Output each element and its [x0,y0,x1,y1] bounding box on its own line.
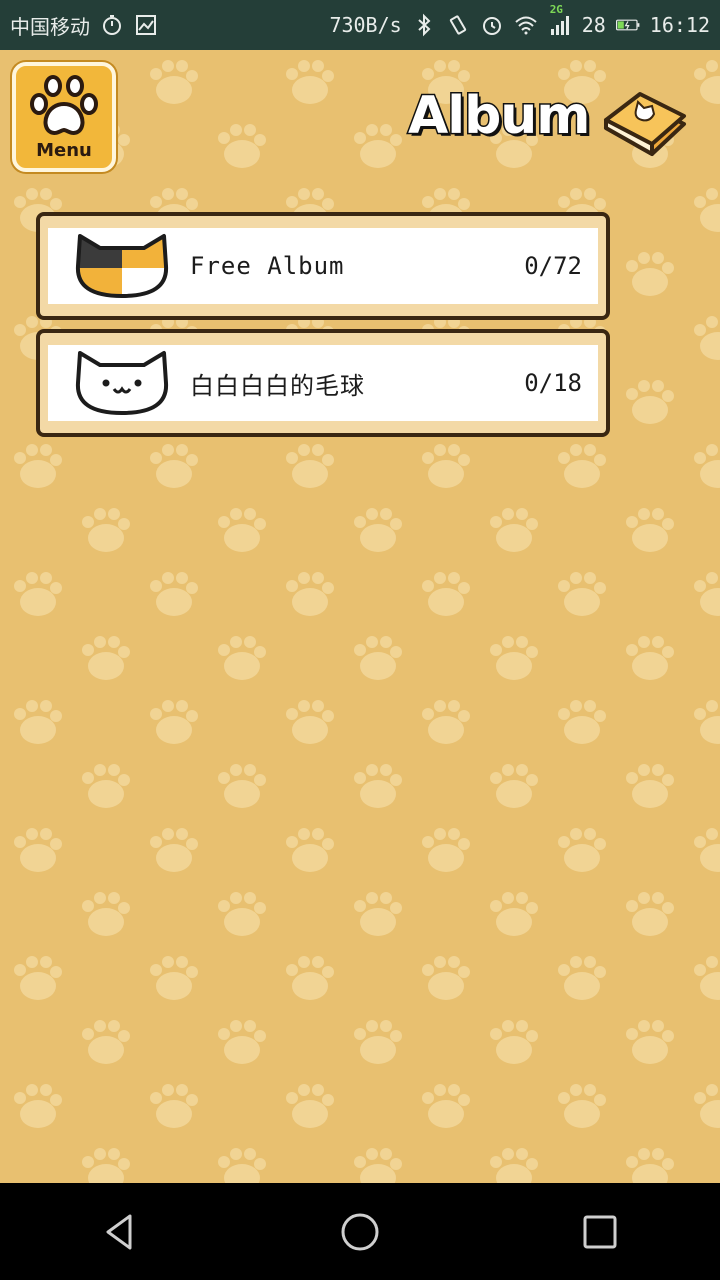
clock: 16:12 [649,13,710,37]
navigation-bar [0,1183,720,1280]
album-screen: Menu Album Free Album 0/72 白白白白的毛球 0/18 [0,50,720,1183]
album-item-free[interactable]: Free Album 0/72 [36,212,610,320]
recent-apps-button[interactable] [560,1192,640,1272]
calico-cat-icon [75,234,169,298]
timer-icon [100,13,124,37]
battery-icon [615,13,640,37]
album-list: Free Album 0/72 白白白白的毛球 0/18 [36,212,610,446]
back-triangle-icon [106,1214,132,1249]
signal-icon [548,13,572,37]
album-item-content: 白白白白的毛球 0/18 [48,345,598,421]
paw-icon [30,75,98,135]
home-button[interactable] [320,1192,400,1272]
recent-square-icon [583,1215,617,1248]
back-button[interactable] [80,1192,160,1272]
bluetooth-icon [412,13,436,37]
network-type: 2G [549,3,563,16]
menu-label: Menu [36,140,92,161]
menu-button[interactable]: Menu [12,62,116,172]
vibrate-icon [446,13,470,37]
gallery-icon [134,13,158,37]
white-cat-icon [75,351,169,415]
cellular-signal: 2G [548,3,572,37]
album-count: 0/72 [524,252,582,280]
album-item-custom[interactable]: 白白白白的毛球 0/18 [36,329,610,437]
alarm-icon [480,13,504,37]
battery-percent: 28 [581,13,606,37]
album-name: Free Album [190,252,345,280]
status-bar: 中国移动 730B/s 2G 28 16:12 [0,0,720,50]
album-book-icon [604,92,686,156]
net-speed: 730B/s [329,13,402,37]
wifi-icon [514,13,538,37]
page-title: Album [407,85,592,148]
carrier-name: 中国移动 [10,14,90,39]
album-name: 白白白白的毛球 [190,371,365,400]
album-item-content: Free Album 0/72 [48,228,598,304]
album-count: 0/18 [524,369,582,397]
home-circle-icon [341,1213,379,1250]
